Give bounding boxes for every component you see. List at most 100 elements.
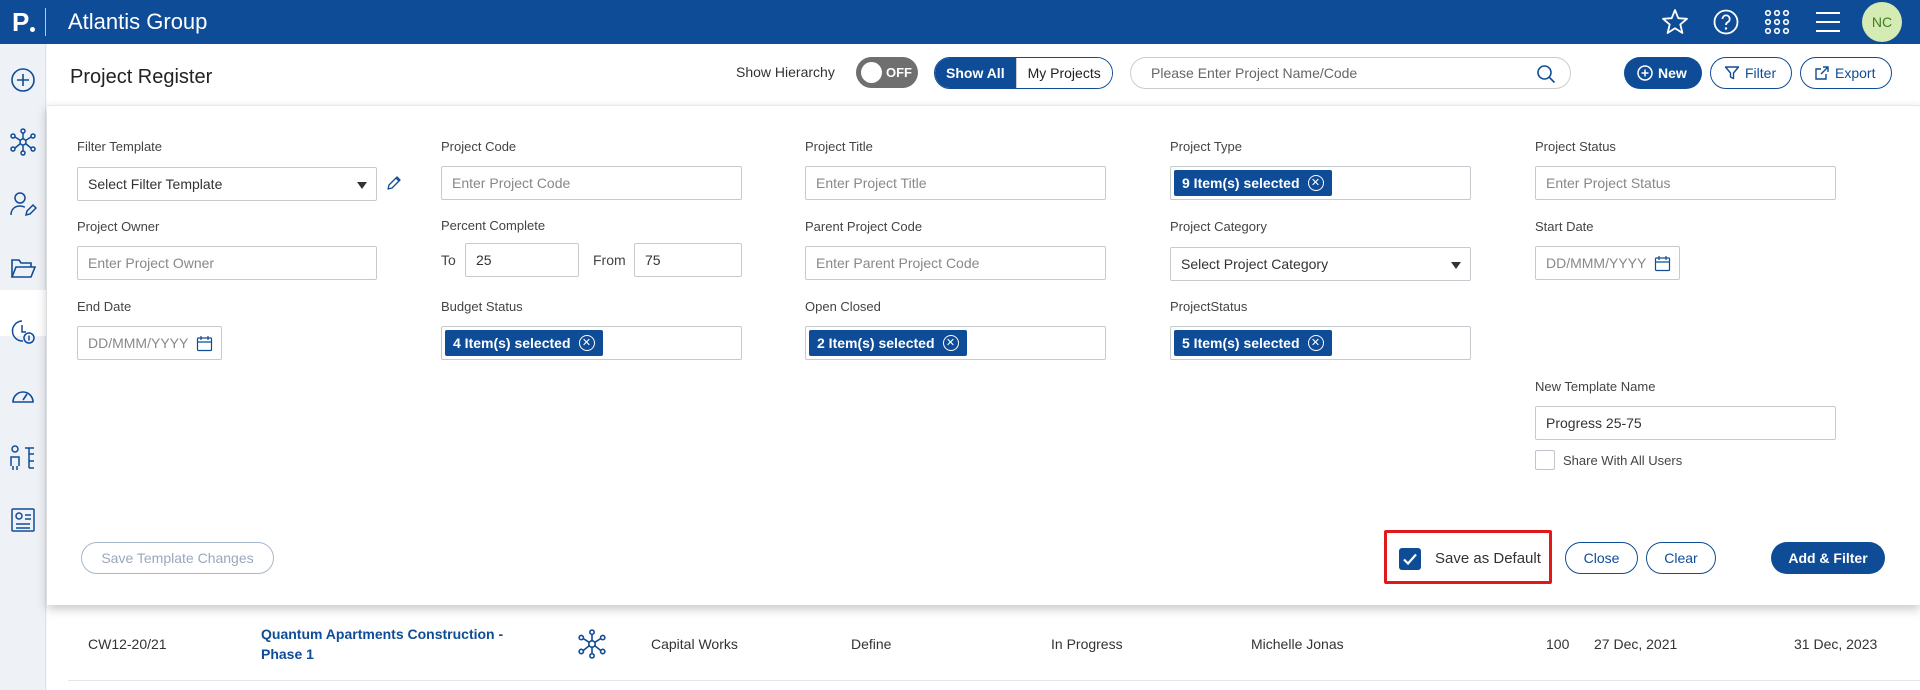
project-title-label: Project Title — [805, 139, 873, 154]
remove-chip-icon[interactable]: ✕ — [578, 335, 595, 351]
filter-funnel-icon — [1724, 66, 1740, 80]
filter-button[interactable]: Filter — [1710, 57, 1792, 89]
app-logo[interactable]: P — [12, 5, 46, 39]
project-owner-input[interactable]: Enter Project Owner — [77, 246, 377, 280]
start-date-input[interactable]: DD/MMM/YYYY — [1535, 246, 1680, 280]
project-search-input[interactable] — [1151, 65, 1531, 81]
budget-clock-icon[interactable] — [9, 318, 37, 346]
projectstatus-multiselect[interactable]: 5 Item(s) selected ✕ — [1170, 326, 1471, 360]
project-search-box — [1130, 57, 1571, 89]
remove-chip-icon[interactable]: ✕ — [942, 335, 959, 351]
cell-start-date: 27 Dec, 2021 — [1594, 636, 1678, 652]
project-owner-label: Project Owner — [77, 219, 160, 234]
star-icon[interactable] — [1660, 7, 1690, 37]
toggle-knob — [861, 62, 882, 83]
project-type-chip-label: 9 Item(s) selected — [1182, 175, 1300, 191]
filter-template-select[interactable]: Select Filter Template — [77, 167, 377, 201]
cell-end-date: 31 Dec, 2023 — [1794, 636, 1878, 652]
projectstatus-chip: 5 Item(s) selected ✕ — [1174, 330, 1332, 356]
end-date-label: End Date — [77, 299, 132, 314]
project-category-select[interactable]: Select Project Category — [1170, 247, 1471, 281]
projectstatus-label: ProjectStatus — [1170, 299, 1248, 314]
parent-project-code-input[interactable]: Enter Parent Project Code — [805, 246, 1106, 280]
add-circle-icon[interactable] — [9, 66, 37, 94]
filter-template-label: Filter Template — [77, 139, 163, 154]
edit-pencil-icon[interactable] — [386, 175, 402, 191]
close-button[interactable]: Close — [1565, 542, 1638, 574]
save-as-default-checkbox[interactable] — [1399, 548, 1421, 570]
cell-project-type: Capital Works — [651, 636, 738, 652]
share-with-all-label: Share With All Users — [1563, 453, 1683, 468]
open-closed-label: Open Closed — [805, 299, 881, 314]
budget-status-multiselect[interactable]: 4 Item(s) selected ✕ — [441, 326, 742, 360]
project-status-placeholder: Enter Project Status — [1546, 175, 1671, 191]
network-icon[interactable] — [9, 128, 37, 156]
dashboard-gauge-icon[interactable] — [9, 382, 37, 410]
report-card-icon[interactable] — [9, 506, 37, 534]
user-avatar[interactable]: NC — [1862, 2, 1902, 42]
parent-project-code-placeholder: Enter Parent Project Code — [816, 255, 980, 271]
clear-button[interactable]: Clear — [1646, 542, 1716, 574]
show-hierarchy-label: Show Hierarchy — [736, 64, 835, 80]
export-button[interactable]: Export — [1800, 57, 1892, 89]
percent-to-label: To — [441, 252, 456, 268]
search-icon[interactable] — [1536, 64, 1556, 84]
budget-status-chip: 4 Item(s) selected ✕ — [445, 330, 603, 356]
end-date-input[interactable]: DD/MMM/YYYY — [77, 326, 222, 360]
share-with-all-checkbox[interactable] — [1535, 450, 1555, 470]
show-hierarchy-toggle[interactable]: OFF — [856, 57, 918, 88]
open-closed-multiselect[interactable]: 2 Item(s) selected ✕ — [805, 326, 1106, 360]
remove-chip-icon[interactable]: ✕ — [1307, 175, 1324, 191]
save-template-changes-button[interactable]: Save Template Changes — [81, 542, 274, 574]
page-title: Project Register — [70, 66, 213, 88]
project-title-line-1: Quantum Apartments Construction - — [261, 626, 504, 642]
percent-from-label: From — [593, 252, 626, 268]
team-hierarchy-icon[interactable] — [9, 444, 37, 472]
cell-percent-complete: 100 — [1546, 636, 1570, 652]
calendar-icon[interactable] — [1654, 255, 1671, 272]
start-date-label: Start Date — [1535, 219, 1594, 234]
end-date-placeholder: DD/MMM/YYYY — [88, 335, 189, 351]
project-category-value: Select Project Category — [1181, 256, 1329, 272]
save-as-default-label: Save as Default — [1435, 550, 1541, 567]
plus-circle-icon — [1637, 65, 1653, 81]
project-code-input[interactable]: Enter Project Code — [441, 166, 742, 200]
cell-status: In Progress — [1051, 636, 1123, 652]
top-bar: P Atlantis Group NC — [0, 0, 1920, 44]
new-button-label: New — [1658, 65, 1687, 81]
project-code-label: Project Code — [441, 139, 517, 154]
help-icon[interactable] — [1711, 7, 1741, 37]
percent-from-input[interactable]: 75 — [634, 243, 742, 277]
checkmark-icon — [1403, 553, 1417, 566]
project-title-link[interactable]: Quantum Apartments Construction - Phase … — [261, 624, 503, 664]
cell-project-code: CW12-20/21 — [88, 636, 167, 652]
project-title-input[interactable]: Enter Project Title — [805, 166, 1106, 200]
add-and-filter-button[interactable]: Add & Filter — [1771, 542, 1885, 574]
remove-chip-icon[interactable]: ✕ — [1307, 335, 1324, 351]
project-type-multiselect[interactable]: 9 Item(s) selected ✕ — [1170, 166, 1471, 200]
cell-stage: Define — [851, 636, 892, 652]
filter-template-value: Select Filter Template — [88, 176, 223, 192]
project-status-input[interactable]: Enter Project Status — [1535, 166, 1836, 200]
my-projects-button[interactable]: My Projects — [1015, 58, 1112, 88]
cell-owner: Michelle Jonas — [1251, 636, 1344, 652]
menu-icon[interactable] — [1813, 7, 1843, 37]
new-template-name-input[interactable]: Progress 25-75 — [1535, 406, 1836, 440]
export-icon — [1815, 66, 1829, 80]
user-edit-icon[interactable] — [9, 190, 37, 218]
hierarchy-network-icon[interactable] — [577, 629, 607, 659]
apps-grid-icon[interactable] — [1762, 7, 1792, 37]
percent-to-input[interactable]: 25 — [465, 243, 579, 277]
chevron-down-icon — [357, 182, 367, 189]
folder-open-icon[interactable] — [9, 254, 37, 282]
project-code-placeholder: Enter Project Code — [452, 175, 571, 191]
open-closed-chip-label: 2 Item(s) selected — [817, 335, 935, 351]
project-type-label: Project Type — [1170, 139, 1243, 154]
show-all-button[interactable]: Show All — [935, 58, 1016, 88]
start-date-placeholder: DD/MMM/YYYY — [1546, 255, 1647, 271]
logo-divider — [45, 8, 46, 36]
project-title-line-2: Phase 1 — [261, 646, 314, 662]
new-project-button[interactable]: New — [1624, 57, 1702, 89]
calendar-icon[interactable] — [196, 335, 213, 352]
parent-project-code-label: Parent Project Code — [805, 219, 923, 234]
